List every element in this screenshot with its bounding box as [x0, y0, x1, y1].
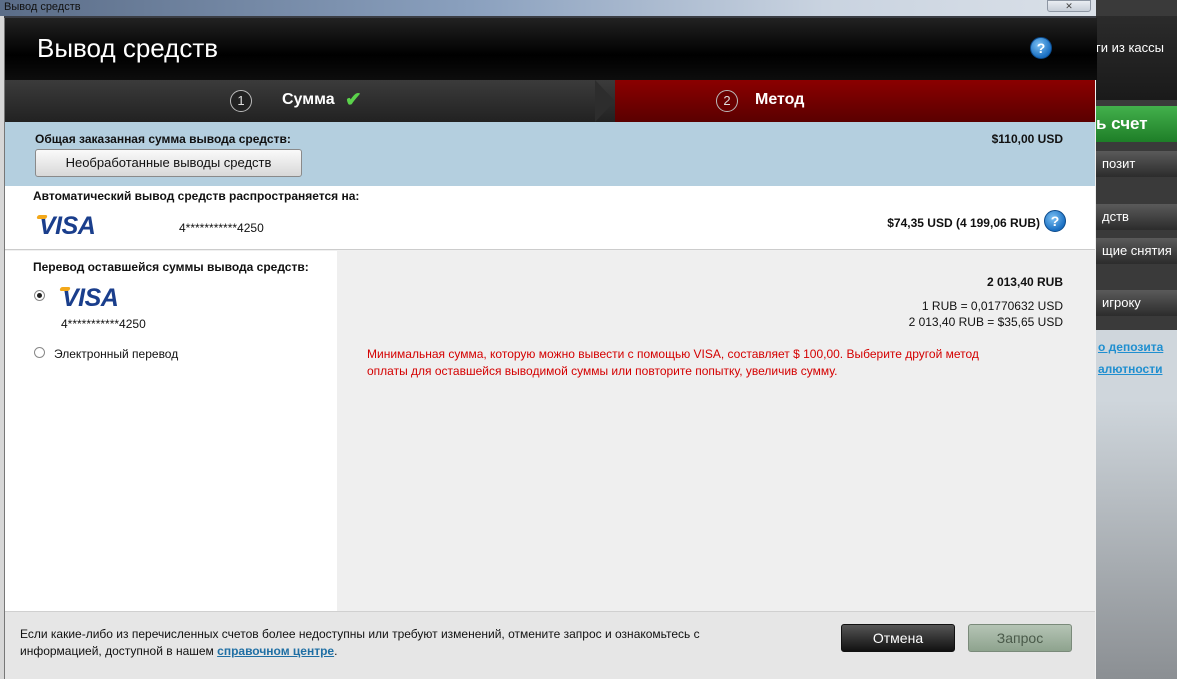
help-icon[interactable]: ? [1030, 37, 1052, 59]
step-indicator: 1 Сумма ✔ 2 Метод [5, 80, 1095, 122]
background-item: позит [1096, 151, 1177, 177]
total-label: Общая заказанная сумма вывода средств: [35, 132, 291, 146]
remaining-details: 2 013,40 RUB 1 RUB = 0,01770632 USD 2 01… [337, 251, 1095, 611]
card-number: 4***********4250 [61, 317, 146, 331]
footer-line: Если какие-либо из перечисленных счетов … [20, 627, 700, 641]
background-link: о депозита [1096, 337, 1177, 357]
total-section: Общая заказанная сумма вывода средств: $… [5, 122, 1095, 186]
help-center-link[interactable]: справочном центре [217, 644, 334, 658]
total-amount: $110,00 USD [991, 132, 1063, 146]
submit-button[interactable]: Запрос [968, 624, 1072, 652]
card-number: 4***********4250 [179, 221, 264, 235]
step-number: 2 [716, 90, 738, 112]
check-icon: ✔ [345, 89, 362, 111]
visa-logo: VISA [59, 284, 119, 313]
radio-e-transfer[interactable] [34, 347, 45, 358]
dialog-footer: Если какие-либо из перечисленных счетов … [5, 611, 1095, 679]
step-amount[interactable]: 1 Сумма ✔ [5, 80, 615, 122]
auto-amount: $74,35 USD (4 199,06 RUB) [887, 216, 1040, 230]
withdrawal-dialog: Вывод средств ? 1 Сумма ✔ 2 Метод Общая … [4, 18, 1097, 679]
step-label: Сумма [282, 91, 335, 108]
parent-window-titlebar: Вывод средств ✕ [0, 0, 1177, 16]
background-cashier-panel: ги из кассы ь счет позит дств щие снятия… [1096, 0, 1177, 679]
cancel-button[interactable]: Отмена [841, 624, 955, 652]
converted-amount: 2 013,40 RUB = $35,65 USD [908, 315, 1063, 329]
error-line: оплаты для оставшейся выводимой суммы ил… [367, 364, 838, 378]
background-link: алютности [1096, 359, 1177, 379]
background-item: ги из кассы [1096, 40, 1164, 55]
footer-line: информацией, доступной в нашем справочно… [20, 644, 338, 658]
auto-label: Автоматический вывод средств распростран… [33, 189, 360, 203]
pending-withdrawals-button[interactable]: Необработанные выводы средств [35, 149, 302, 177]
visa-logo: VISA [36, 212, 96, 241]
step-number: 1 [230, 90, 252, 112]
auto-withdrawal-section: Автоматический вывод средств распростран… [5, 186, 1095, 250]
background-item: щие снятия [1096, 238, 1177, 264]
dialog-header: Вывод средств ? [5, 18, 1097, 80]
background-item: дств [1096, 204, 1177, 230]
parent-window-title: Вывод средств [4, 1, 81, 13]
step-arrow [595, 80, 615, 122]
background-gradient [1096, 400, 1177, 679]
radio-visa[interactable] [34, 290, 45, 301]
exchange-rate: 1 RUB = 0,01770632 USD [921, 299, 1063, 313]
background-panel-header [1096, 16, 1177, 100]
parent-close-icon[interactable]: ✕ [1047, 0, 1091, 12]
remaining-label: Перевод оставшейся суммы вывода средств: [33, 260, 309, 274]
step-label: Метод [755, 91, 805, 108]
remaining-methods: Перевод оставшейся суммы вывода средств:… [5, 251, 337, 611]
info-help-icon[interactable]: ? [1044, 210, 1066, 232]
dialog-title: Вывод средств [37, 33, 219, 63]
remaining-amount: 2 013,40 RUB [986, 275, 1063, 289]
background-item: ь счет [1096, 106, 1177, 142]
step-method: 2 Метод [615, 80, 1095, 122]
error-line: Минимальная сумма, которую можно вывести… [367, 347, 979, 361]
background-item: игроку [1096, 290, 1177, 316]
e-transfer-label[interactable]: Электронный перевод [54, 347, 178, 361]
error-message: Минимальная сумма, которую можно вывести… [367, 346, 1047, 380]
footer-note: Если какие-либо из перечисленных счетов … [20, 626, 800, 660]
